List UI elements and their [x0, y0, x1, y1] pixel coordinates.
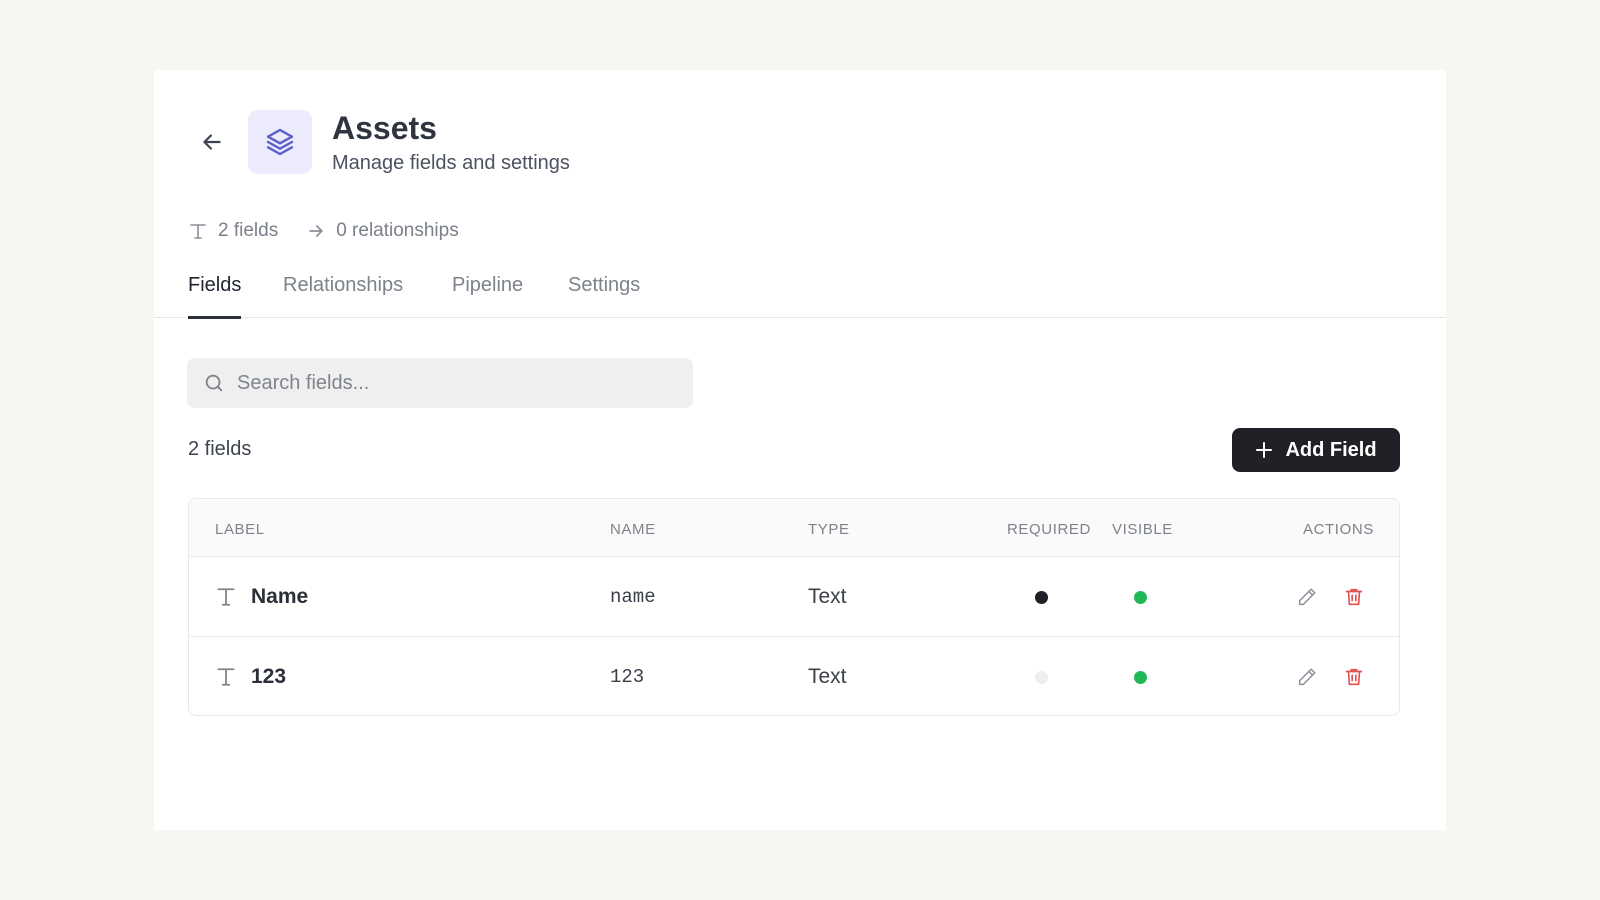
edit-button[interactable] [1293, 663, 1321, 691]
add-field-label: Add Field [1285, 438, 1377, 461]
trash-icon [1345, 668, 1363, 686]
header-visible: VISIBLE [1112, 521, 1173, 538]
label-cell: 123 [215, 637, 287, 715]
page-header: Assets Manage fields and settings [190, 110, 570, 174]
arrow-left-icon [203, 134, 221, 150]
required-indicator [1035, 670, 1048, 684]
header-required: REQUIRED [1007, 521, 1091, 538]
relationships-stat: 0 relationships [306, 220, 459, 242]
required-indicator [1035, 590, 1048, 604]
tab-pipeline[interactable]: Pipeline [452, 266, 523, 318]
label-cell: Name [215, 557, 308, 637]
fields-count: 2 fields [188, 438, 252, 460]
field-label: Name [251, 585, 309, 608]
add-field-button[interactable]: Add Field [1232, 428, 1400, 472]
field-label: 123 [251, 665, 287, 688]
field-type: Text [808, 665, 847, 688]
search-box [187, 358, 693, 408]
fields-stat: 2 fields [188, 220, 278, 242]
field-type: Text [808, 585, 847, 608]
header-type: TYPE [808, 521, 850, 538]
required-cell [1035, 637, 1048, 715]
text-type-icon [217, 588, 235, 606]
visible-indicator [1134, 590, 1147, 604]
title-block: Assets Manage fields and settings [332, 110, 570, 175]
trash-icon [1345, 588, 1363, 606]
header-name: NAME [610, 521, 656, 538]
page-subtitle: Manage fields and settings [332, 151, 570, 174]
actions-cell [1293, 557, 1368, 637]
tab-bar: Fields Relationships Pipeline Settings [154, 266, 1446, 319]
back-button[interactable] [190, 120, 234, 164]
text-type-icon [190, 224, 206, 239]
edit-button[interactable] [1293, 583, 1321, 611]
tab-settings[interactable]: Settings [568, 266, 640, 318]
fields-count-stat: 2 fields [218, 220, 279, 241]
visible-cell [1134, 637, 1147, 715]
tab-relationships[interactable]: Relationships [283, 266, 403, 318]
layers-icon [266, 128, 294, 156]
text-type-icon [217, 668, 235, 686]
header-actions: ACTIONS [1303, 521, 1374, 538]
visible-indicator [1134, 670, 1147, 684]
visible-cell [1134, 557, 1147, 637]
actions-cell [1293, 637, 1368, 715]
relationships-count-stat: 0 relationships [336, 220, 459, 241]
table-header: LABEL NAME TYPE REQUIRED VISIBLE ACTIONS [189, 499, 1399, 557]
required-cell [1035, 557, 1048, 637]
field-name: 123 [610, 666, 645, 688]
pencil-icon [1298, 588, 1316, 606]
delete-button[interactable] [1340, 583, 1368, 611]
fields-table: LABEL NAME TYPE REQUIRED VISIBLE ACTIONS… [188, 498, 1400, 716]
stats-bar: 2 fields 0 relationships [188, 220, 487, 242]
table-row: Name name Text [189, 557, 1399, 637]
header-label: LABEL [215, 521, 265, 538]
search-icon [205, 374, 223, 392]
page-title: Assets [332, 109, 437, 146]
pencil-icon [1298, 668, 1316, 686]
entity-icon-tile [248, 110, 312, 174]
delete-button[interactable] [1340, 663, 1368, 691]
arrow-right-icon [309, 225, 323, 237]
tab-fields[interactable]: Fields [188, 266, 242, 319]
panel: Assets Manage fields and settings 2 fiel… [154, 70, 1446, 830]
field-name: name [610, 586, 656, 608]
plus-icon [1256, 442, 1273, 458]
search-input[interactable] [237, 371, 677, 395]
table-row: 123 123 Text [189, 637, 1399, 715]
